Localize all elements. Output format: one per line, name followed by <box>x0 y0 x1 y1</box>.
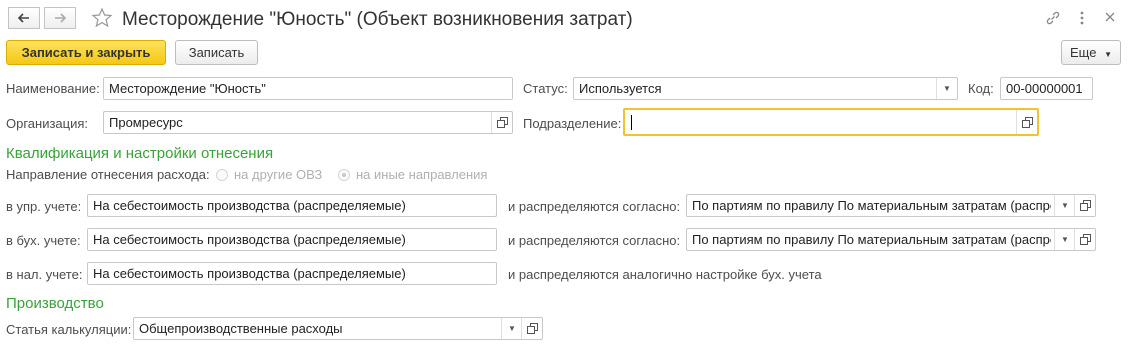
more-actions-button[interactable] <box>1078 10 1086 29</box>
name-field[interactable]: Месторождение "Юность" <box>103 77 513 100</box>
open-icon <box>1079 234 1091 245</box>
status-select[interactable]: Используется ▼ <box>573 77 958 100</box>
radio-other-ovz[interactable] <box>216 169 228 181</box>
fin-distrib-value: По партиям по правилу По материальным за… <box>692 232 1051 247</box>
org-label: Организация: <box>6 116 89 131</box>
mgmt-accounting-value: На себестоимость производства (распредел… <box>93 198 406 213</box>
org-value: Промресурс <box>109 115 183 130</box>
production-header: Производство <box>6 295 104 312</box>
radio-other-directions-label: на иные направления <box>356 167 488 182</box>
chevron-down-icon: ▼ <box>1104 50 1112 59</box>
mgmt-accounting-field[interactable]: На себестоимость производства (распредел… <box>87 194 497 217</box>
fin-distrib-dropdown-button[interactable]: ▼ <box>1054 229 1075 250</box>
status-value: Используется <box>579 81 662 96</box>
cost-item-label: Статья калькуляции: <box>6 322 132 337</box>
dept-label: Подразделение: <box>523 116 622 131</box>
direction-label: Направление отнесения расхода: <box>6 167 210 182</box>
mgmt-distrib-label: и распределяются согласно: <box>508 199 681 214</box>
name-value: Месторождение "Юность" <box>109 81 266 96</box>
more-button[interactable]: Еще ▼ <box>1061 40 1121 65</box>
radio-other-directions[interactable] <box>338 169 350 181</box>
name-label: Наименование: <box>6 81 100 96</box>
open-icon <box>496 117 508 128</box>
more-button-label: Еще <box>1070 45 1097 60</box>
text-cursor <box>631 115 632 130</box>
tax-accounting-field[interactable]: На себестоимость производства (распредел… <box>87 262 497 285</box>
link-icon <box>1046 11 1060 25</box>
org-open-button[interactable] <box>491 112 512 133</box>
save-and-close-button[interactable]: Записать и закрыть <box>6 40 166 65</box>
arrow-left-icon <box>18 13 29 23</box>
close-button[interactable] <box>1104 11 1116 26</box>
fin-distrib-label: и распределяются согласно: <box>508 233 681 248</box>
mgmt-distrib-open-button[interactable] <box>1074 195 1095 216</box>
fin-accounting-field[interactable]: На себестоимость производства (распредел… <box>87 228 497 251</box>
forward-button[interactable] <box>44 7 76 29</box>
arrow-right-icon <box>55 13 66 23</box>
chevron-down-icon: ▼ <box>508 324 516 333</box>
mgmt-distrib-dropdown-button[interactable]: ▼ <box>1054 195 1075 216</box>
status-dropdown-button[interactable]: ▼ <box>936 78 957 99</box>
mgmt-accounting-label: в упр. учете: <box>6 199 82 214</box>
favorite-button[interactable] <box>91 7 113 32</box>
fin-distrib-select[interactable]: По партиям по правилу По материальным за… <box>686 228 1096 251</box>
org-field[interactable]: Промресурс <box>103 111 513 134</box>
dept-open-button[interactable] <box>1016 110 1037 134</box>
open-icon <box>1021 116 1033 128</box>
more-vertical-icon <box>1080 11 1084 25</box>
star-icon <box>91 7 113 28</box>
radio-other-ovz-label: на другие ОВЗ <box>234 167 323 182</box>
fin-accounting-value: На себестоимость производства (распредел… <box>93 232 406 247</box>
fin-distrib-open-button[interactable] <box>1074 229 1095 250</box>
link-button[interactable] <box>1045 10 1061 29</box>
tax-distrib-label: и распределяются аналогично настройке бу… <box>508 267 822 282</box>
chevron-down-icon: ▼ <box>1061 201 1069 210</box>
status-label: Статус: <box>523 81 568 96</box>
fin-accounting-label: в бух. учете: <box>6 233 81 248</box>
back-button[interactable] <box>8 7 40 29</box>
dept-field[interactable] <box>623 108 1039 136</box>
cost-item-value: Общепроизводственные расходы <box>139 321 343 336</box>
mgmt-distrib-value: По партиям по правилу По материальным за… <box>692 198 1051 213</box>
chevron-down-icon: ▼ <box>1061 235 1069 244</box>
cost-item-select[interactable]: Общепроизводственные расходы ▼ <box>133 317 543 340</box>
close-icon <box>1105 12 1115 22</box>
cost-item-dropdown-button[interactable]: ▼ <box>501 318 522 339</box>
chevron-down-icon: ▼ <box>943 84 951 93</box>
qualification-header: Квалификация и настройки отнесения <box>6 145 274 162</box>
mgmt-distrib-select[interactable]: По партиям по правилу По материальным за… <box>686 194 1096 217</box>
code-field[interactable]: 00-00000001 <box>1000 77 1093 100</box>
page-title: Месторождение "Юность" (Объект возникнов… <box>122 9 633 30</box>
save-button[interactable]: Записать <box>175 40 258 65</box>
cost-item-open-button[interactable] <box>521 318 542 339</box>
tax-accounting-label: в нал. учете: <box>6 267 83 282</box>
code-label: Код: <box>968 81 994 96</box>
code-value: 00-00000001 <box>1006 81 1083 96</box>
open-icon <box>526 323 538 334</box>
open-icon <box>1079 200 1091 211</box>
tax-accounting-value: На себестоимость производства (распредел… <box>93 266 406 281</box>
